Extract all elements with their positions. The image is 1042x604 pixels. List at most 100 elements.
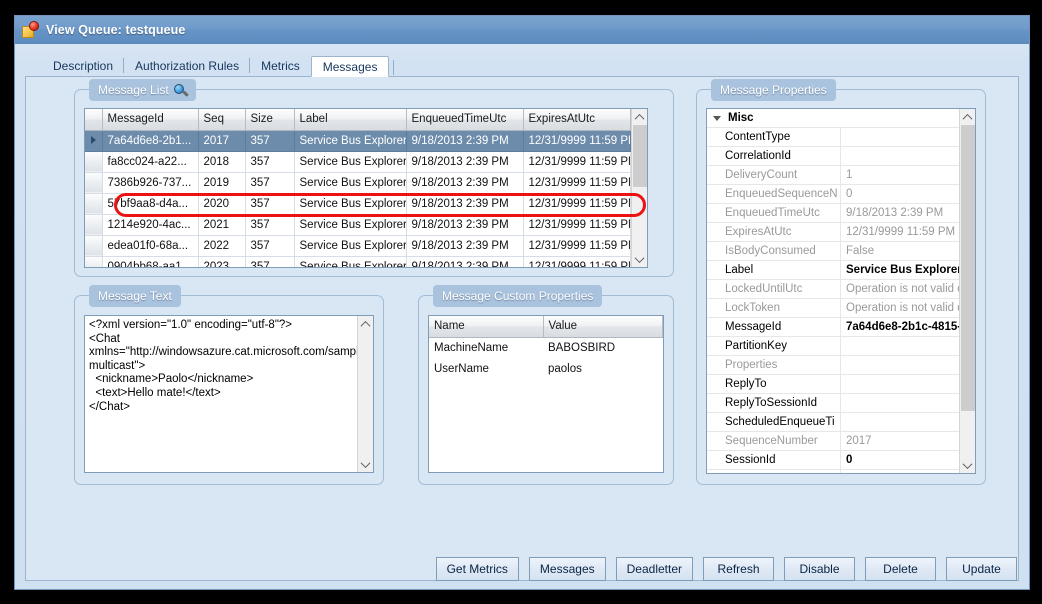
property-row[interactable]: ExpiresAtUtc 12/31/9999 11:59 PM [707,223,959,242]
cell-messageid[interactable]: 1214e920-4ac... [102,214,199,236]
cell-seq[interactable]: 2021 [198,214,246,236]
property-value[interactable] [841,128,959,146]
scroll-up-button[interactable] [959,109,975,125]
cell-enqueuedtimeutc[interactable]: 9/18/2013 2:39 PM [406,151,524,173]
collapse-triangle-icon[interactable] [713,115,721,121]
cell-messageid[interactable]: 57bf9aa8-d4a... [102,193,199,215]
property-row[interactable]: ReplyToSessionId [707,394,959,413]
property-value[interactable] [841,375,959,393]
property-row[interactable]: SequenceNumber 2017 [707,432,959,451]
cell-size[interactable]: 357 [245,256,295,267]
property-row[interactable]: ContentType [707,128,959,147]
message-text-content[interactable]: <?xml version="1.0" encoding="utf-8"?> <… [85,316,357,472]
property-value[interactable]: Operation is not valid due t [841,280,959,298]
cell-expiresatutc[interactable]: 12/31/9999 11:59 PM [523,151,631,173]
property-value[interactable] [841,413,959,431]
scroll-up-button[interactable] [357,316,373,332]
cell-enqueuedtimeutc[interactable]: 9/18/2013 2:39 PM [406,214,524,236]
cell-seq[interactable]: 2022 [198,235,246,257]
property-value[interactable]: Service Bus Explorer [841,261,959,279]
scroll-track[interactable] [631,125,647,251]
property-category-misc[interactable]: Misc [707,109,959,128]
cell-seq[interactable]: 2019 [198,172,246,194]
cell-expiresatutc[interactable]: 12/31/9999 11:59 PM [523,193,631,215]
property-row[interactable]: SessionId 0 [707,451,959,470]
table-row[interactable]: 1214e920-4ac... 2021 357 Service Bus Explor… [85,214,631,236]
scroll-thumb[interactable] [632,125,647,187]
table-row[interactable]: fa8cc024-a22... 2018 357 Service Bus Explor… [85,151,631,173]
property-value[interactable] [841,356,959,374]
property-value[interactable]: 2017 [841,432,959,450]
cell-size[interactable]: 357 [245,235,295,257]
cell-size[interactable]: 357 [245,214,295,236]
custom-properties-grid[interactable]: Name Value MachineName BABOSBIRD UserName pa… [428,315,664,473]
cell-expiresatutc[interactable]: 12/31/9999 11:59 PM [523,130,631,152]
property-value[interactable]: 7a64d6e8-2b1c-4815- [841,318,959,336]
table-row[interactable]: edea01f0-68a... 2022 357 Service Bus Explor… [85,235,631,257]
message-text-box[interactable]: <?xml version="1.0" encoding="utf-8"?> <… [84,315,374,473]
column-header-size[interactable]: Size [245,109,295,131]
cell-expiresatutc[interactable]: 12/31/9999 11:59 PM [523,256,631,267]
update-button[interactable]: Update [946,557,1017,581]
table-row[interactable]: MachineName BABOSBIRD [429,337,662,358]
tab-metrics[interactable]: Metrics [249,55,311,76]
property-row[interactable]: EnqueuedTimeUtc 9/18/2013 2:39 PM [707,204,959,223]
property-row[interactable]: Label Service Bus Explorer [707,261,959,280]
disable-button[interactable]: Disable [784,557,855,581]
property-row[interactable]: CorrelationId [707,147,959,166]
cell-enqueuedtimeutc[interactable]: 9/18/2013 2:39 PM [406,130,524,152]
property-value[interactable]: 1 [841,166,959,184]
cell-value[interactable]: paolos [543,358,662,379]
property-row[interactable]: MessageId 7a64d6e8-2b1c-4815- [707,318,959,337]
cell-label[interactable]: Service Bus Explorer [294,172,407,194]
cell-seq[interactable]: 2017 [198,130,246,152]
tab-description[interactable]: Description [42,55,124,76]
magnifier-icon[interactable] [173,83,189,97]
column-header-expiresatutc[interactable]: ExpiresAtUtc [523,109,631,131]
cell-expiresatutc[interactable]: 12/31/9999 11:59 PM [523,214,631,236]
deadletter-button[interactable]: Deadletter [615,557,693,581]
table-row[interactable]: 7386b926-737... 2019 357 Service Bus Explor… [85,172,631,194]
property-value[interactable]: False [841,242,959,260]
delete-button[interactable]: Delete [865,557,936,581]
message-properties-grid[interactable]: Misc ContentType CorrelationId DeliveryCou… [706,108,976,474]
message-text-scrollbar[interactable] [357,316,373,472]
cell-label[interactable]: Service Bus Explorer [294,193,407,215]
cell-value[interactable]: BABOSBIRD [543,337,662,358]
column-header-label[interactable]: Label [294,109,407,131]
cell-expiresatutc[interactable]: 12/31/9999 11:59 PM [523,235,631,257]
cell-enqueuedtimeutc[interactable]: 9/18/2013 2:39 PM [406,172,524,194]
refresh-button[interactable]: Refresh [703,557,774,581]
cell-seq[interactable]: 2020 [198,193,246,215]
property-value[interactable] [841,337,959,355]
cell-name[interactable]: UserName [429,358,543,379]
column-header-seq[interactable]: Seq [198,109,246,131]
row-selector[interactable] [85,151,103,173]
property-row[interactable]: ScheduledEnqueueTi [707,413,959,432]
row-selector[interactable] [85,214,103,236]
table-row[interactable]: UserName paolos [429,358,662,379]
property-value[interactable]: 0 [841,185,959,203]
messages-button[interactable]: Messages [528,557,606,581]
property-value[interactable]: 9/18/2013 2:39 PM [841,204,959,222]
cell-expiresatutc[interactable]: 12/31/9999 11:59 PM [523,172,631,194]
property-row[interactable]: ReplyTo [707,375,959,394]
cell-label[interactable]: Service Bus Explorer [294,235,407,257]
property-value[interactable]: Operation is not valid due t [841,299,959,317]
table-row[interactable]: 57bf9aa8-d4a... 2020 357 Service Bus Explor… [85,193,631,215]
scroll-track[interactable] [357,332,373,456]
cell-name[interactable]: MachineName [429,337,543,358]
scroll-thumb[interactable] [960,125,975,411]
row-selector[interactable] [85,235,103,257]
cell-size[interactable]: 357 [245,151,295,173]
cell-seq[interactable]: 2018 [198,151,246,173]
column-header-messageid[interactable]: MessageId [102,109,199,131]
property-value[interactable]: 357 [841,470,959,473]
message-list-grid[interactable]: MessageId Seq Size Label EnqueuedTimeUtc Expi… [84,108,648,268]
cell-size[interactable]: 357 [245,193,295,215]
column-header-enqueuedtimeutc[interactable]: EnqueuedTimeUtc [406,109,524,131]
property-row[interactable]: Size357 [707,470,959,473]
scroll-up-button[interactable] [631,109,647,125]
property-value[interactable]: 0 [841,451,959,469]
cell-messageid[interactable]: 0904bb68-aa1... [102,256,199,267]
